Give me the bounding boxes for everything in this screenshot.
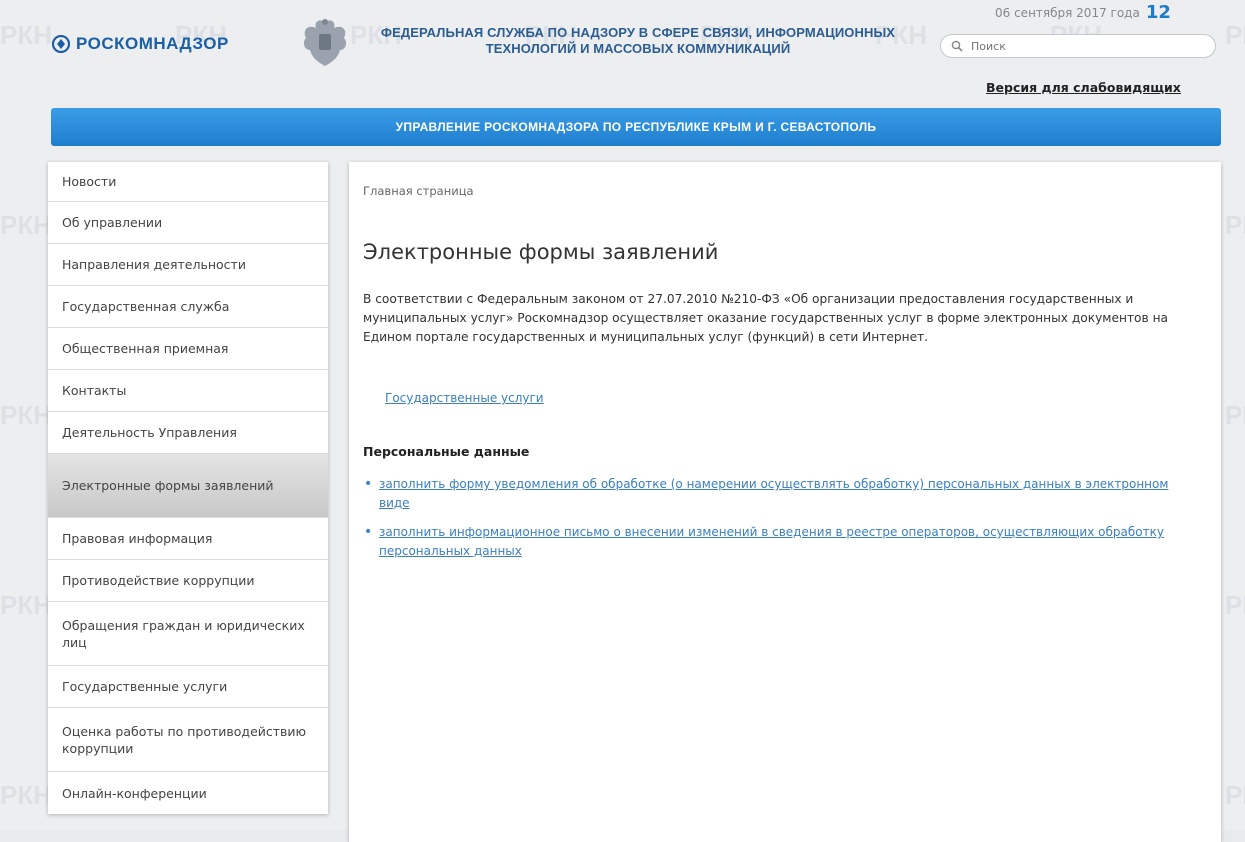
sidebar-item-label: Направления деятельности	[62, 257, 246, 272]
sidebar-item-label: Противодействие коррупции	[62, 573, 255, 588]
state-services-link[interactable]: Государственные услуги	[385, 391, 544, 405]
sidebar-item[interactable]: Об управлении	[48, 202, 328, 244]
bullet-icon: •	[364, 524, 373, 540]
date-display: 06 сентября 2017 года 12	[995, 2, 1171, 23]
sidebar-item[interactable]: Оценка работы по противодействию коррупц…	[48, 708, 328, 772]
list-item: • заполнить форму уведомления об обработк…	[363, 475, 1193, 513]
search-input[interactable]	[969, 38, 1203, 54]
sidebar-item-label: Контакты	[62, 383, 127, 398]
regional-banner: УПРАВЛЕНИЕ РОСКОМНАДЗОРА ПО РЕСПУБЛИКЕ К…	[51, 108, 1221, 146]
personal-data-links: • заполнить форму уведомления об обработк…	[363, 475, 1193, 571]
bullet-icon: •	[364, 476, 373, 492]
agency-name: ФЕДЕРАЛЬНАЯ СЛУЖБА ПО НАДЗОРУ В СФЕРЕ СВ…	[358, 25, 918, 57]
search-box[interactable]	[940, 34, 1216, 58]
personal-data-form-link[interactable]: заполнить информационное письмо о внесен…	[379, 525, 1164, 558]
sidebar-item[interactable]: Государственные услуги	[48, 666, 328, 708]
list-item: • заполнить информационное письмо о внесе…	[363, 523, 1193, 561]
sidebar-menu: Новости Об управлении Направления деятельн…	[48, 162, 328, 814]
sidebar-item-label: Государственные услуги	[62, 679, 228, 694]
agency-name-line-2: ТЕХНОЛОГИЙ И МАССОВЫХ КОММУНИКАЦИЙ	[485, 41, 791, 56]
watermark-text: РКН	[0, 20, 52, 50]
agency-name-line-1: ФЕДЕРАЛЬНАЯ СЛУЖБА ПО НАДЗОРУ В СФЕРЕ СВ…	[380, 25, 896, 40]
banner-text: УПРАВЛЕНИЕ РОСКОМНАДЗОРА ПО РЕСПУБЛИКЕ К…	[395, 120, 877, 134]
breadcrumb[interactable]: Главная страница	[363, 184, 474, 198]
watermark-text: РКН	[0, 590, 52, 620]
sidebar-item[interactable]: Онлайн-конференции	[48, 772, 328, 814]
sidebar-item-label: Электронные формы заявлений	[62, 478, 274, 493]
intro-text: В соответствии с Федеральным законом от …	[363, 292, 1168, 344]
page-title: Электронные формы заявлений	[363, 240, 719, 264]
date-text: 06 сентября 2017 года	[995, 5, 1140, 20]
site-logo[interactable]: РОСКОМНАДЗОР	[52, 34, 229, 54]
date-day: 12	[1145, 2, 1171, 23]
sidebar-item-label: Онлайн-конференции	[62, 785, 207, 801]
sidebar-item[interactable]: Новости	[48, 162, 328, 202]
sidebar-item-label: Правовая информация	[62, 531, 213, 546]
logo-text: РОСКОМНАДЗОР	[76, 34, 229, 53]
sidebar-item[interactable]: Правовая информация	[48, 518, 328, 560]
sidebar-item[interactable]: Деятельность Управления	[48, 412, 328, 454]
watermark-text: РКН	[1225, 780, 1245, 810]
watermark-text: РКН	[1225, 590, 1245, 620]
sidebar-item-label: Новости	[62, 174, 117, 189]
section-title: Персональные данные	[363, 444, 530, 459]
sidebar-item[interactable]: Электронные формы заявлений	[48, 454, 328, 518]
watermark-text: РКН	[0, 780, 52, 810]
sidebar-item-label: Деятельность Управления	[62, 425, 237, 440]
watermark-text: РКН	[1225, 400, 1245, 430]
sidebar-item[interactable]: Общественная приемная	[48, 328, 328, 370]
watermark-text: РКН	[0, 400, 52, 430]
logo-mark-icon	[52, 35, 70, 53]
sidebar-item-label: Государственная служба	[62, 299, 230, 314]
sidebar-item-label: Об управлении	[62, 215, 163, 230]
sidebar-item-label: Обращения граждан и юридических лиц	[62, 617, 305, 650]
sidebar-item[interactable]: Противодействие коррупции	[48, 560, 328, 602]
main-content: Главная страница Электронные формы заявл…	[349, 162, 1221, 842]
sidebar-item-label: Общественная приемная	[62, 341, 229, 356]
watermark-text: РКН	[0, 210, 52, 240]
coat-of-arms-icon	[303, 19, 347, 66]
sidebar-item-label: Оценка работы по противодействию коррупц…	[62, 723, 307, 756]
watermark-text: РКН	[1225, 210, 1245, 240]
search-icon[interactable]	[951, 40, 963, 52]
sidebar-item[interactable]: Направления деятельности	[48, 244, 328, 286]
accessibility-version-link[interactable]: Версия для слабовидящих	[986, 80, 1181, 95]
watermark-text: РКН	[1225, 20, 1245, 50]
sidebar-item[interactable]: Контакты	[48, 370, 328, 412]
personal-data-form-link[interactable]: заполнить форму уведомления об обработке…	[379, 477, 1168, 510]
sidebar-item[interactable]: Обращения граждан и юридических лиц	[48, 602, 328, 666]
sidebar-item[interactable]: Государственная служба	[48, 286, 328, 328]
